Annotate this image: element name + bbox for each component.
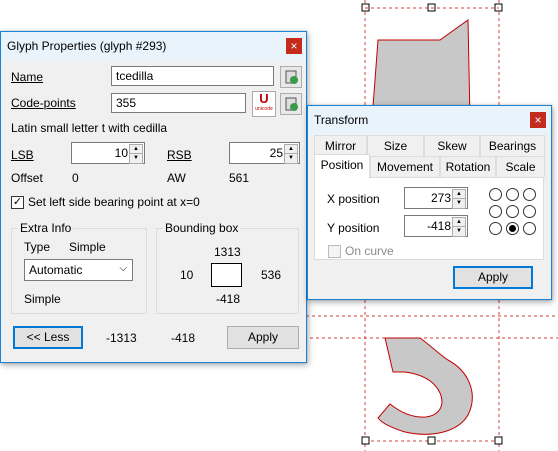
transform-title: Transform [314, 113, 369, 127]
transform-apply-label: Apply [477, 270, 509, 284]
anchor-middle-center[interactable] [506, 205, 519, 218]
offset-value: 0 [72, 171, 79, 185]
clipboard-icon [285, 97, 298, 111]
anchor-top-center[interactable] [506, 188, 519, 201]
transform-dialog: Transform × Mirror Size Skew Bearings Po… [307, 105, 552, 300]
anchor-bottom-left[interactable] [489, 222, 502, 235]
tab-skew[interactable]: Skew [424, 135, 480, 156]
anchor-middle-left[interactable] [489, 205, 502, 218]
transform-apply-button[interactable]: Apply [453, 266, 533, 289]
name-label: Name [11, 70, 44, 84]
value-b: -418 [171, 331, 196, 345]
bbox-preview [211, 263, 242, 287]
bbox-bottom: -418 [216, 292, 241, 306]
codepoints-label: Code-points [11, 96, 76, 110]
anchor-top-left[interactable] [489, 188, 502, 201]
name-input[interactable]: tcedilla [111, 66, 274, 86]
rsb-value: 25 [269, 146, 283, 160]
y-down-arrow[interactable]: ▼ [452, 226, 466, 237]
glyph-cedilla [377, 337, 473, 435]
paste-name-button[interactable] [280, 66, 302, 88]
bbox-right: 536 [261, 268, 282, 282]
glyph-properties-titlebar[interactable]: Glyph Properties (glyph #293) × [1, 32, 306, 61]
offset-label: Offset [11, 171, 43, 185]
extra-info-legend: Extra Info [18, 221, 74, 235]
anchor-middle-right[interactable] [523, 205, 536, 218]
transform-titlebar[interactable]: Transform × [308, 106, 551, 135]
aw-value: 561 [229, 171, 250, 185]
close-button[interactable]: × [286, 38, 302, 54]
type-label: Type [24, 240, 51, 254]
lsb-down-arrow[interactable]: ▼ [129, 153, 143, 164]
set-lsb-checkbox[interactable]: ✓ [11, 196, 24, 209]
position-tab-panel: X position 273 ▲ ▼ Y position -418 ▲ ▼ O… [314, 177, 544, 260]
less-button[interactable]: << Less [13, 326, 83, 349]
anchor-bottom-center[interactable] [506, 222, 519, 235]
lsb-label: LSB [11, 148, 34, 162]
lsb-value: 10 [114, 146, 128, 160]
chevron-down-icon: ⌵ [119, 263, 127, 274]
close-button[interactable]: × [530, 112, 546, 128]
tab-position[interactable]: Position [314, 154, 370, 178]
codepoints-input[interactable]: 355 [111, 93, 246, 113]
paste-codepoints-button[interactable] [280, 93, 302, 115]
tab-bearings[interactable]: Bearings [480, 135, 545, 156]
type-combo-value: Automatic [29, 263, 83, 277]
less-button-label: << Less [26, 330, 70, 344]
glyph-description: Latin small letter t with cedilla [11, 121, 168, 135]
x-down-arrow[interactable]: ▼ [452, 198, 466, 209]
rsb-spinner[interactable]: 25 ▲ ▼ [229, 142, 300, 164]
tab-mirror[interactable]: Mirror [314, 135, 367, 156]
on-curve-label[interactable]: On curve [345, 244, 394, 258]
anchor-bottom-right[interactable] [523, 222, 536, 235]
bounding-box-legend: Bounding box [163, 221, 241, 235]
rsb-down-arrow[interactable]: ▼ [284, 153, 298, 164]
unicode-icon-caption: unicode [255, 106, 273, 112]
lsb-spinner[interactable]: 10 ▲ ▼ [71, 142, 145, 164]
tab-movement[interactable]: Movement [370, 156, 440, 177]
x-position-value: 273 [430, 191, 451, 205]
unicode-icon-letter: U [259, 91, 269, 106]
type-combo[interactable]: Automatic ⌵ [24, 259, 133, 281]
type-value: Simple [69, 240, 106, 254]
anchor-top-right[interactable] [523, 188, 536, 201]
y-position-value: -418 [426, 219, 451, 233]
dialog-title: Glyph Properties (glyph #293) [7, 39, 167, 53]
handle-bottom-mid [427, 436, 436, 445]
x-position-spinner[interactable]: 273 ▲ ▼ [404, 187, 468, 209]
value-a: -1313 [106, 331, 137, 345]
handle-bottom-left [361, 436, 370, 445]
handle-bottom-right [494, 436, 503, 445]
glyph-properties-dialog: Glyph Properties (glyph #293) × Name tce… [0, 31, 307, 363]
bbox-left: 10 [180, 268, 194, 282]
clipboard-icon [285, 70, 298, 84]
extra-info-bottom-text: Simple [24, 292, 61, 306]
set-lsb-label[interactable]: Set left side bearing point at x=0 [28, 195, 200, 209]
on-curve-checkbox[interactable] [328, 245, 341, 258]
bounding-box-group: Bounding box 1313 10 536 -418 [156, 221, 299, 314]
rsb-label: RSB [167, 148, 192, 162]
bbox-top: 1313 [214, 245, 241, 259]
y-position-label: Y position [327, 221, 380, 235]
aw-label: AW [167, 171, 186, 185]
tab-rotation[interactable]: Rotation [440, 156, 496, 177]
tab-size[interactable]: Size [367, 135, 424, 156]
unicode-icon[interactable]: U unicode [252, 91, 276, 117]
tab-scale[interactable]: Scale [496, 156, 545, 177]
x-position-label: X position [327, 192, 380, 206]
extra-info-group: Extra Info Type Simple Automatic ⌵ Simpl… [11, 221, 147, 314]
y-position-spinner[interactable]: -418 ▲ ▼ [404, 215, 468, 237]
apply-button[interactable]: Apply [227, 326, 299, 349]
